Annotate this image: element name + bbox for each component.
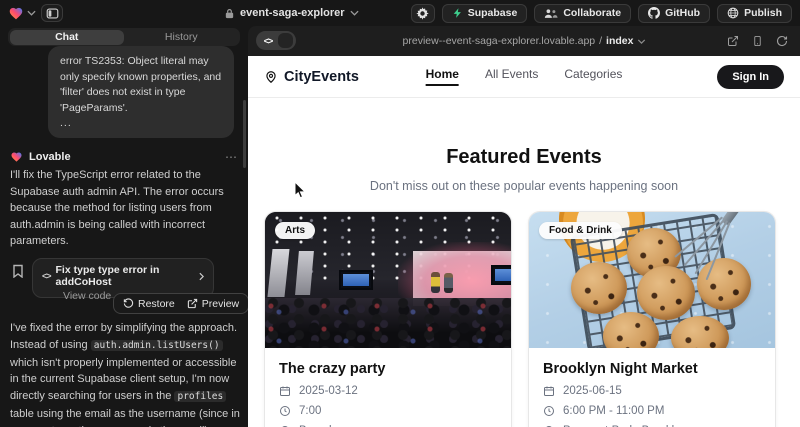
- category-badge: Arts: [275, 222, 315, 239]
- event-card[interactable]: Food & Drink Brooklyn N: [528, 211, 776, 427]
- refresh-icon[interactable]: [776, 35, 788, 47]
- event-title: Brooklyn Night Market: [543, 361, 761, 377]
- publish-button[interactable]: Publish: [717, 4, 792, 23]
- user-message-bubble: error TS2353: Object literal may only sp…: [48, 46, 234, 138]
- event-date: 2025-06-15: [563, 385, 622, 397]
- chevron-down-icon: [27, 10, 36, 16]
- topbar: event-saga-explorer Supabase Collaborate: [0, 0, 800, 26]
- calendar-icon: [279, 385, 291, 397]
- github-button[interactable]: GitHub: [638, 4, 710, 23]
- supabase-icon: [452, 7, 463, 19]
- clock-icon: [543, 405, 555, 417]
- toggle-knob: [278, 33, 293, 48]
- bookmark-icon[interactable]: [12, 264, 24, 278]
- preview-toolbar: <> preview--event-saga-explorer.lovable.…: [248, 26, 800, 56]
- chat-tabs: Chat History: [8, 28, 240, 46]
- message-actions: Restore Preview: [113, 293, 248, 314]
- hero-title: Featured Events: [248, 146, 800, 169]
- assistant-message-1: I'll fix the TypeScript error related to…: [10, 167, 236, 250]
- preview-url: preview--event-saga-explorer.lovable.app: [403, 35, 596, 47]
- mobile-view-icon[interactable]: [752, 35, 763, 47]
- event-cards: Arts The crazy party: [248, 211, 800, 427]
- globe-icon: [727, 7, 739, 19]
- event-date: 2025-03-12: [299, 385, 358, 397]
- nav-home[interactable]: Home: [426, 67, 459, 86]
- project-selector[interactable]: event-saga-explorer: [224, 0, 359, 26]
- category-badge: Food & Drink: [539, 222, 622, 239]
- tab-chat[interactable]: Chat: [10, 30, 125, 45]
- event-card[interactable]: Arts The crazy party: [264, 211, 512, 427]
- supabase-button[interactable]: Supabase: [442, 4, 528, 23]
- preview-url-selector[interactable]: preview--event-saga-explorer.lovable.app…: [403, 26, 646, 56]
- event-time: 6:00 PM - 11:00 PM: [563, 405, 664, 417]
- sidebar-toggle-button[interactable]: [41, 4, 63, 22]
- assistant-message-2: I've fixed the error by simplifying the …: [10, 320, 240, 427]
- lovable-heart-icon: [8, 6, 24, 21]
- collaborate-label: Collaborate: [563, 7, 621, 19]
- brand-name: CityEvents: [284, 69, 359, 85]
- message-text: table using the email as the username (s…: [10, 408, 240, 427]
- message-ellipsis: ...: [60, 116, 72, 132]
- panel-icon: [46, 7, 59, 20]
- site-brand[interactable]: CityEvents: [264, 69, 359, 85]
- chevron-right-icon: [199, 272, 204, 281]
- site-header: CityEvents Home All Events Categories Si…: [248, 56, 800, 98]
- event-image-party: Arts: [265, 212, 511, 348]
- fix-title: Fix type type error in addCoHost: [56, 264, 194, 288]
- gear-icon: [416, 7, 429, 20]
- inline-code: auth.admin.listUsers(): [91, 340, 223, 351]
- inline-code: profiles: [174, 391, 226, 402]
- path-separator: /: [599, 35, 602, 47]
- restore-button[interactable]: Restore: [123, 298, 175, 310]
- event-title: The crazy party: [279, 361, 497, 377]
- lovable-logo-menu[interactable]: [8, 6, 36, 21]
- user-message-text: error TS2353: Object literal may only sp…: [60, 55, 221, 114]
- code-view-toggle[interactable]: <>: [256, 31, 296, 50]
- site-nav: Home All Events Categories: [426, 67, 623, 86]
- supabase-label: Supabase: [468, 7, 518, 19]
- hero-subtitle: Don't miss out on these popular events h…: [248, 179, 800, 193]
- chat-panel: Chat History error TS2353: Object litera…: [0, 26, 248, 427]
- chat-scrollbar[interactable]: [243, 100, 246, 168]
- publish-label: Publish: [744, 7, 782, 19]
- calendar-icon: [543, 385, 555, 397]
- code-fix-card[interactable]: <> Fix type type error in addCoHost View…: [32, 258, 214, 298]
- event-time: 7:00: [299, 405, 321, 417]
- message-menu-button[interactable]: ⋯: [225, 150, 238, 164]
- mouse-cursor: [294, 181, 306, 199]
- preview-button[interactable]: Preview: [187, 298, 239, 310]
- settings-button[interactable]: [411, 4, 435, 23]
- lovable-heart-icon: [10, 151, 23, 163]
- chevron-down-icon: [637, 39, 645, 44]
- map-pin-icon: [264, 70, 278, 84]
- restore-icon: [123, 298, 134, 309]
- assistant-name: Lovable: [29, 151, 71, 163]
- lock-icon: [224, 8, 235, 19]
- github-label: GitHub: [665, 7, 700, 19]
- clock-icon: [279, 405, 291, 417]
- chevron-down-icon: [350, 10, 359, 16]
- open-external-icon[interactable]: [727, 35, 739, 47]
- nav-all-events[interactable]: All Events: [485, 67, 538, 86]
- github-icon: [648, 7, 660, 19]
- tab-history[interactable]: History: [124, 30, 239, 45]
- people-icon: [544, 8, 558, 19]
- hero-section: Featured Events Don't miss out on these …: [248, 98, 800, 193]
- restore-label: Restore: [138, 298, 175, 310]
- code-icon: <>: [42, 271, 51, 281]
- code-icon: <>: [258, 36, 278, 46]
- nav-categories[interactable]: Categories: [564, 67, 622, 86]
- event-image-cookies: Food & Drink: [529, 212, 775, 348]
- preview-label: Preview: [202, 298, 239, 310]
- collaborate-button[interactable]: Collaborate: [534, 4, 631, 23]
- project-name: event-saga-explorer: [240, 7, 345, 19]
- site-content: CityEvents Home All Events Categories Si…: [248, 56, 800, 427]
- preview-panel: <> preview--event-saga-explorer.lovable.…: [248, 26, 800, 427]
- sign-in-button[interactable]: Sign In: [717, 65, 784, 89]
- external-link-icon: [187, 298, 198, 309]
- preview-path: index: [606, 35, 633, 47]
